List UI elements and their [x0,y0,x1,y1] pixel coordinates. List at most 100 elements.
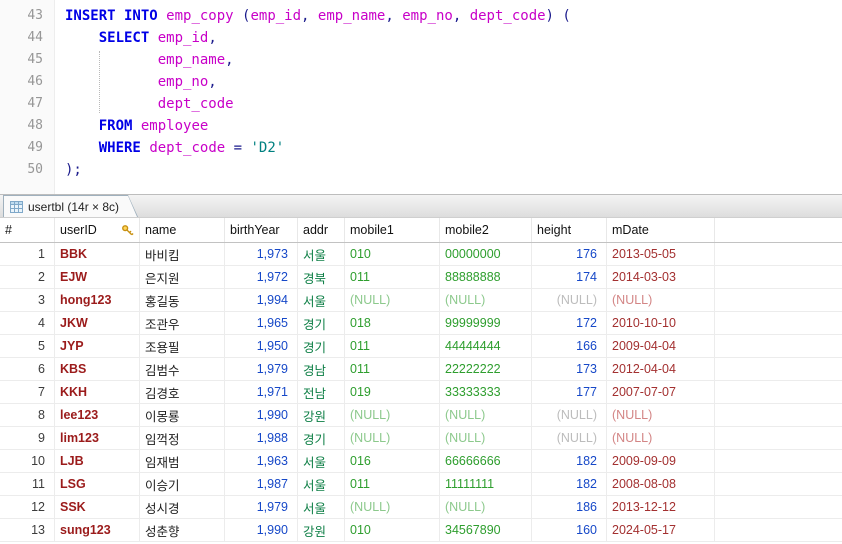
cell-birthYear[interactable]: 1,990 [225,519,298,541]
cell-birthYear[interactable]: 1,988 [225,427,298,449]
cell-birthYear[interactable]: 1,965 [225,312,298,334]
code-line[interactable]: 47 dept_code [0,93,842,115]
cell-name[interactable]: 임꺽정 [140,427,225,449]
column-header-userID[interactable]: userID [55,218,140,242]
cell-addr[interactable]: 서울 [298,473,345,495]
cell-addr[interactable]: 전남 [298,381,345,403]
cell-mDate[interactable]: 2010-10-10 [607,312,715,334]
cell-mobile1[interactable]: 010 [345,519,440,541]
cell-name[interactable]: 김범수 [140,358,225,380]
cell-mobile2[interactable]: 00000000 [440,243,532,265]
table-row[interactable]: 3 hong123 홍길동 1,994 서울 (NULL) (NULL) (NULL) (NUL… [0,289,842,312]
cell-rownum[interactable]: 2 [0,266,55,288]
line-number[interactable]: 47 [0,93,55,115]
cell-name[interactable]: 이승기 [140,473,225,495]
cell-addr[interactable]: 경기 [298,335,345,357]
cell-height[interactable]: (NULL) [532,289,607,311]
cell-userID[interactable]: KKH [55,381,140,403]
cell-addr[interactable]: 경기 [298,312,345,334]
cell-height[interactable]: 173 [532,358,607,380]
cell-mobile1[interactable]: (NULL) [345,427,440,449]
cell-mDate[interactable]: 2009-09-09 [607,450,715,472]
cell-rownum[interactable]: 7 [0,381,55,403]
cell-name[interactable]: 바비킴 [140,243,225,265]
cell-name[interactable]: 김경호 [140,381,225,403]
table-row[interactable]: 11 LSG 이승기 1,987 서울 011 11111111 182 2008-08-08 [0,473,842,496]
line-number[interactable]: 43 [0,5,55,27]
cell-rownum[interactable]: 9 [0,427,55,449]
cell-mDate[interactable]: 2024-05-17 [607,519,715,541]
cell-mDate[interactable]: (NULL) [607,289,715,311]
table-row[interactable]: 6 KBS 김범수 1,979 경남 011 22222222 173 2012-04-04 [0,358,842,381]
cell-addr[interactable]: 서울 [298,450,345,472]
cell-userID[interactable]: sung123 [55,519,140,541]
line-number[interactable]: 50 [0,159,55,181]
cell-rownum[interactable]: 4 [0,312,55,334]
cell-mobile1[interactable]: 019 [345,381,440,403]
code-line[interactable]: 48 FROM employee [0,115,842,137]
cell-mobile1[interactable]: 011 [345,266,440,288]
cell-mobile2[interactable]: (NULL) [440,289,532,311]
cell-mobile2[interactable]: 44444444 [440,335,532,357]
cell-height[interactable]: 166 [532,335,607,357]
cell-height[interactable]: 174 [532,266,607,288]
cell-mobile2[interactable]: 33333333 [440,381,532,403]
cell-mDate[interactable]: 2012-04-04 [607,358,715,380]
column-header-mobile2[interactable]: mobile2 [440,218,532,242]
cell-mDate[interactable]: 2013-05-05 [607,243,715,265]
cell-mobile1[interactable]: 018 [345,312,440,334]
table-row[interactable]: 7 KKH 김경호 1,971 전남 019 33333333 177 2007-07-07 [0,381,842,404]
table-row[interactable]: 13 sung123 성춘향 1,990 강원 010 34567890 160 2024-05… [0,519,842,542]
code-line[interactable]: 43 INSERT INTO emp_copy (emp_id, emp_name… [0,5,842,27]
cell-mDate[interactable]: 2009-04-04 [607,335,715,357]
cell-userID[interactable]: hong123 [55,289,140,311]
column-header-birthYear[interactable]: birthYear [225,218,298,242]
cell-height[interactable]: (NULL) [532,427,607,449]
table-row[interactable]: 1 BBK 바비킴 1,973 서울 010 00000000 176 2013-05-05 [0,243,842,266]
cell-birthYear[interactable]: 1,990 [225,404,298,426]
cell-birthYear[interactable]: 1,963 [225,450,298,472]
sql-editor[interactable]: 43 INSERT INTO emp_copy (emp_id, emp_name… [0,0,842,195]
cell-userID[interactable]: lee123 [55,404,140,426]
cell-mDate[interactable]: 2014-03-03 [607,266,715,288]
cell-rownum[interactable]: 3 [0,289,55,311]
code-line[interactable]: 50); [0,159,842,181]
cell-userID[interactable]: SSK [55,496,140,518]
table-row[interactable]: 8 lee123 이몽룡 1,990 강원 (NULL) (NULL) (NULL) (NULL… [0,404,842,427]
line-number[interactable]: 48 [0,115,55,137]
cell-rownum[interactable]: 13 [0,519,55,541]
cell-birthYear[interactable]: 1,972 [225,266,298,288]
cell-height[interactable]: 182 [532,473,607,495]
cell-mobile1[interactable]: 010 [345,243,440,265]
cell-userID[interactable]: EJW [55,266,140,288]
cell-height[interactable]: 176 [532,243,607,265]
cell-birthYear[interactable]: 1,994 [225,289,298,311]
cell-mobile1[interactable]: (NULL) [345,404,440,426]
cell-mobile1[interactable]: 011 [345,358,440,380]
cell-userID[interactable]: JYP [55,335,140,357]
column-header-name[interactable]: name [140,218,225,242]
cell-name[interactable]: 임재범 [140,450,225,472]
cell-rownum[interactable]: 12 [0,496,55,518]
cell-userID[interactable]: LJB [55,450,140,472]
cell-addr[interactable]: 서울 [298,289,345,311]
line-number[interactable]: 46 [0,71,55,93]
cell-height[interactable]: (NULL) [532,404,607,426]
table-row[interactable]: 2 EJW 은지원 1,972 경북 011 88888888 174 2014-03-03 [0,266,842,289]
cell-mobile1[interactable]: 016 [345,450,440,472]
cell-height[interactable]: 177 [532,381,607,403]
cell-rownum[interactable]: 5 [0,335,55,357]
cell-name[interactable]: 이몽룡 [140,404,225,426]
cell-mobile2[interactable]: 99999999 [440,312,532,334]
code-line[interactable]: 49 WHERE dept_code = 'D2' [0,137,842,159]
cell-name[interactable]: 은지원 [140,266,225,288]
cell-addr[interactable]: 강원 [298,404,345,426]
cell-mobile1[interactable]: (NULL) [345,496,440,518]
cell-mobile2[interactable]: 66666666 [440,450,532,472]
code-line[interactable]: 46 emp_no, [0,71,842,93]
cell-birthYear[interactable]: 1,979 [225,496,298,518]
cell-addr[interactable]: 경기 [298,427,345,449]
cell-mobile2[interactable]: (NULL) [440,427,532,449]
cell-mDate[interactable]: (NULL) [607,404,715,426]
table-row[interactable]: 9 lim123 임꺽정 1,988 경기 (NULL) (NULL) (NULL) (NULL… [0,427,842,450]
